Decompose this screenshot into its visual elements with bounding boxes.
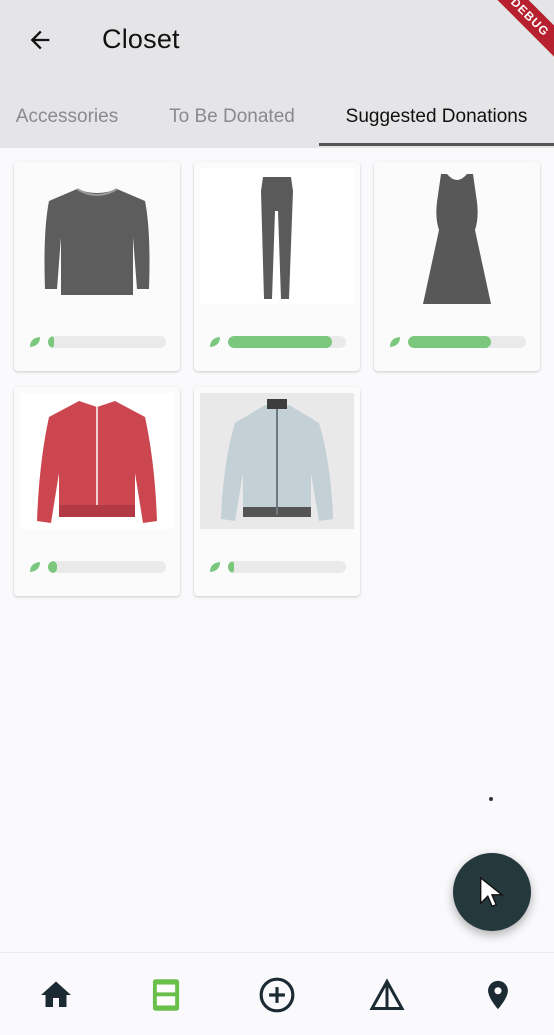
tab-indicator xyxy=(319,143,554,146)
progress-track xyxy=(48,336,166,348)
nav-home[interactable] xyxy=(36,975,76,1015)
home-icon xyxy=(41,981,71,1007)
fab-button[interactable] xyxy=(453,853,531,931)
dress-icon xyxy=(423,174,491,304)
donation-score xyxy=(208,335,354,349)
nav-closet[interactable] xyxy=(146,975,186,1015)
sweater-icon xyxy=(44,188,150,295)
progress-fill xyxy=(228,336,332,348)
hanger-icon xyxy=(369,978,405,1010)
bomber-icon xyxy=(221,399,333,521)
progress-track xyxy=(48,561,166,573)
clothing-card[interactable] xyxy=(194,162,360,371)
leaf-icon xyxy=(30,337,40,347)
tab-to-be-donated[interactable]: To Be Donated xyxy=(146,88,318,146)
back-button[interactable] xyxy=(22,22,58,58)
clothing-card[interactable] xyxy=(194,387,360,596)
progress-fill xyxy=(48,336,54,348)
donation-score xyxy=(28,560,174,574)
nav-location[interactable] xyxy=(478,975,518,1015)
progress-fill xyxy=(48,561,58,573)
clothing-card[interactable] xyxy=(374,162,540,371)
clothing-card[interactable] xyxy=(14,387,180,596)
closet-icon xyxy=(152,979,180,1011)
tab-bar: Accessories To Be Donated Suggested Dona… xyxy=(0,88,554,146)
bottom-navigation xyxy=(0,952,554,1035)
clothing-image xyxy=(200,393,354,529)
progress-track xyxy=(228,561,346,573)
arrow-left-icon xyxy=(30,30,50,50)
stray-dot xyxy=(489,797,493,801)
clothing-image xyxy=(200,168,354,304)
donation-score xyxy=(208,560,354,574)
clothing-card[interactable] xyxy=(14,162,180,371)
nav-add[interactable] xyxy=(257,975,297,1015)
progress-track xyxy=(408,336,526,348)
jacket-icon xyxy=(37,401,157,523)
debug-banner: DEBUG xyxy=(479,0,554,68)
leaf-icon xyxy=(210,562,220,572)
progress-fill xyxy=(408,336,491,348)
location-pin-icon xyxy=(488,980,508,1010)
clothing-image xyxy=(20,393,174,529)
progress-track xyxy=(228,336,346,348)
jeans-icon xyxy=(261,177,293,299)
tab-accessories[interactable]: Accessories xyxy=(0,88,134,146)
donation-score xyxy=(28,335,174,349)
leaf-icon xyxy=(390,337,400,347)
leaf-icon xyxy=(210,337,220,347)
clothing-image xyxy=(20,168,174,304)
clothing-image xyxy=(380,168,534,304)
app-bar: Closet DEBUG Accessories To Be Donated S… xyxy=(0,0,554,148)
nav-hanger[interactable] xyxy=(367,975,407,1015)
progress-fill xyxy=(228,561,234,573)
tab-suggested-donations[interactable]: Suggested Donations xyxy=(319,88,554,146)
donation-score xyxy=(388,335,534,349)
page-title: Closet xyxy=(102,24,180,54)
add-circle-icon xyxy=(259,977,295,1013)
leaf-icon xyxy=(30,562,40,572)
cursor-icon xyxy=(479,876,504,908)
